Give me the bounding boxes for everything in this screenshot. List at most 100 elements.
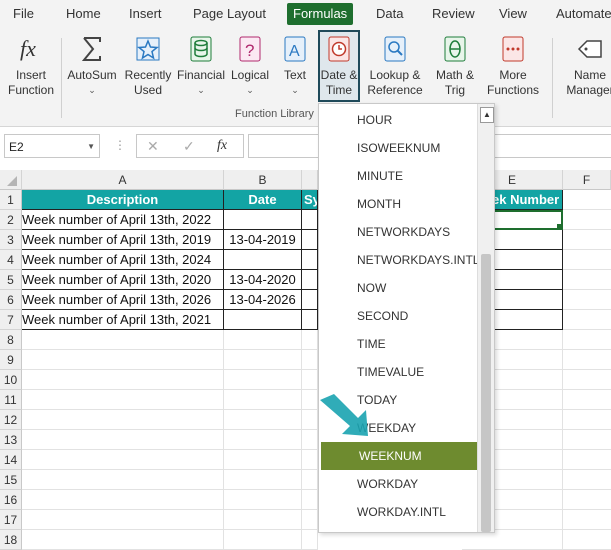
header-description[interactable]: Description [22, 190, 224, 210]
row-header[interactable]: 17 [0, 510, 22, 530]
empty-cell[interactable] [302, 390, 318, 410]
syntax-cell[interactable] [302, 230, 318, 250]
empty-cell[interactable] [302, 450, 318, 470]
function-item-workday[interactable]: WORKDAY [319, 470, 477, 498]
description-cell[interactable]: Week number of April 13th, 2021 [22, 310, 224, 330]
syntax-cell[interactable] [302, 290, 318, 310]
function-item-hour[interactable]: HOUR [319, 106, 477, 134]
function-item-month[interactable]: MONTH [319, 190, 477, 218]
date-cell[interactable]: 13-04-2026 [224, 290, 302, 310]
scrollbar-thumb[interactable] [481, 254, 491, 532]
name-manager-button[interactable]: Name Manager [560, 34, 611, 98]
empty-cell[interactable] [224, 330, 302, 350]
empty-cell[interactable] [22, 370, 224, 390]
menu-formulas[interactable]: Formulas [287, 3, 354, 25]
menu-view[interactable]: View [499, 4, 527, 24]
empty-cell[interactable] [22, 490, 224, 510]
row-header[interactable]: 14 [0, 450, 22, 470]
date-cell[interactable] [224, 210, 302, 230]
empty-cell[interactable] [563, 330, 611, 350]
function-item-time[interactable]: TIME [319, 330, 477, 358]
menu-automate[interactable]: Automate [556, 4, 611, 24]
empty-cell[interactable] [302, 350, 318, 370]
empty-cell[interactable] [563, 370, 611, 390]
header-date[interactable]: Date [224, 190, 302, 210]
drag-handle-icon[interactable]: ⋮ [114, 138, 126, 152]
row-header[interactable]: 16 [0, 490, 22, 510]
empty-cell[interactable] [302, 430, 318, 450]
function-item-networkdays[interactable]: NETWORKDAYS [319, 218, 477, 246]
empty-cell[interactable] [22, 450, 224, 470]
lookup-reference-button[interactable]: Lookup & Reference [364, 34, 426, 98]
menu-data[interactable]: Data [376, 4, 403, 24]
chevron-down-icon[interactable]: ▼ [87, 135, 95, 159]
empty-cell[interactable] [22, 510, 224, 530]
row-header[interactable]: 13 [0, 430, 22, 450]
empty-cell[interactable] [302, 530, 318, 550]
function-item-networkdays-intl[interactable]: NETWORKDAYS.INTL [319, 246, 479, 274]
fx-icon[interactable]: fx [217, 138, 227, 154]
row-header[interactable]: 10 [0, 370, 22, 390]
empty-cell[interactable] [224, 490, 302, 510]
empty-cell[interactable] [563, 450, 611, 470]
empty-cell[interactable] [224, 410, 302, 430]
row-header[interactable]: 6 [0, 290, 22, 310]
recently-used-button[interactable]: Recently Used [122, 34, 174, 98]
date-time-button[interactable]: Date & Time [318, 30, 360, 102]
menu-home[interactable]: Home [66, 4, 101, 24]
row-header[interactable]: 15 [0, 470, 22, 490]
math-trig-button[interactable]: Math & Trig [432, 34, 478, 98]
empty-cell[interactable] [22, 470, 224, 490]
function-item-now[interactable]: NOW [319, 274, 477, 302]
empty-cell[interactable] [302, 370, 318, 390]
row-header[interactable]: 2 [0, 210, 22, 230]
menu-file[interactable]: File [13, 4, 34, 24]
description-cell[interactable]: Week number of April 13th, 2020 [22, 270, 224, 290]
empty-cell[interactable] [302, 330, 318, 350]
empty-cell[interactable] [22, 350, 224, 370]
date-cell[interactable] [224, 250, 302, 270]
empty-cell[interactable] [224, 510, 302, 530]
function-item-workday-intl[interactable]: WORKDAY.INTL [319, 498, 477, 526]
check-icon[interactable]: ✓ [183, 138, 195, 155]
name-box[interactable]: E2 ▼ [4, 134, 100, 158]
empty-cell[interactable] [563, 190, 611, 210]
empty-cell[interactable] [563, 510, 611, 530]
empty-cell[interactable] [563, 490, 611, 510]
function-item-weeknum[interactable]: WEEKNUM [321, 442, 477, 470]
description-cell[interactable]: Week number of April 13th, 2019 [22, 230, 224, 250]
row-header[interactable]: 12 [0, 410, 22, 430]
function-item-minute[interactable]: MINUTE [319, 162, 477, 190]
row-header[interactable]: 11 [0, 390, 22, 410]
empty-cell[interactable] [302, 510, 318, 530]
header-syntax[interactable]: Sy [302, 190, 318, 210]
function-item-timevalue[interactable]: TIMEVALUE [319, 358, 477, 386]
autosum-button[interactable]: AutoSum ⌄ [64, 34, 120, 98]
description-cell[interactable]: Week number of April 13th, 2026 [22, 290, 224, 310]
empty-cell[interactable] [563, 290, 611, 310]
syntax-cell[interactable] [302, 270, 318, 290]
column-header-b[interactable]: B [224, 170, 302, 190]
empty-cell[interactable] [563, 230, 611, 250]
row-header[interactable]: 3 [0, 230, 22, 250]
empty-cell[interactable] [224, 390, 302, 410]
row-header[interactable]: 5 [0, 270, 22, 290]
syntax-cell[interactable] [302, 250, 318, 270]
row-header[interactable]: 18 [0, 530, 22, 550]
empty-cell[interactable] [563, 470, 611, 490]
menu-page-layout[interactable]: Page Layout [193, 4, 266, 24]
function-item-isoweeknum[interactable]: ISOWEEKNUM [319, 134, 477, 162]
select-all-corner[interactable] [0, 170, 22, 190]
cancel-icon[interactable]: ✕ [147, 138, 159, 155]
scroll-up-icon[interactable]: ▲ [480, 107, 494, 123]
logical-button[interactable]: ? Logical ⌄ [228, 34, 272, 98]
empty-cell[interactable] [224, 430, 302, 450]
text-button[interactable]: A Text ⌄ [276, 34, 314, 98]
empty-cell[interactable] [563, 410, 611, 430]
empty-cell[interactable] [22, 530, 224, 550]
empty-cell[interactable] [224, 350, 302, 370]
description-cell[interactable]: Week number of April 13th, 2024 [22, 250, 224, 270]
empty-cell[interactable] [22, 390, 224, 410]
empty-cell[interactable] [563, 530, 611, 550]
column-header-c[interactable] [302, 170, 318, 190]
